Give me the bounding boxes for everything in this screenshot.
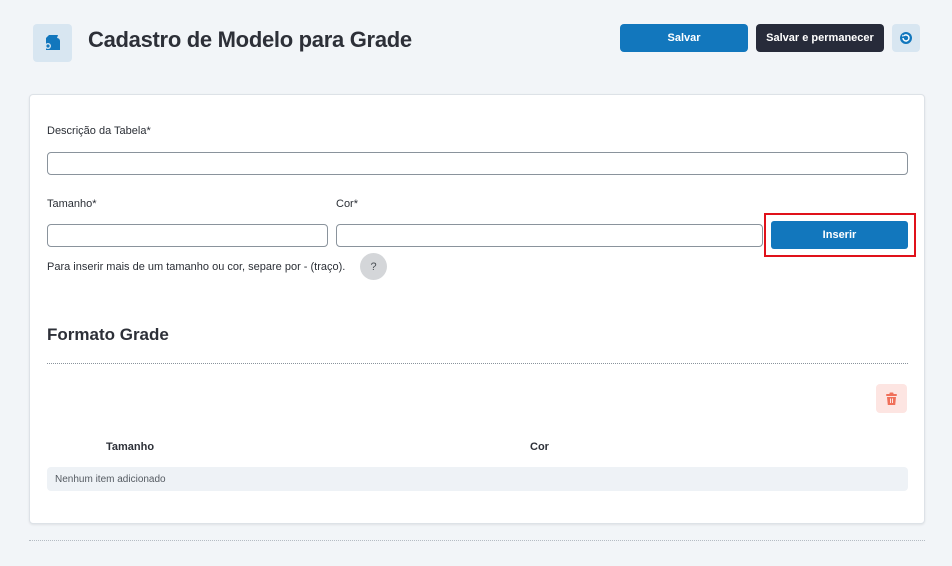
trash-icon[interactable]	[876, 384, 907, 413]
grid-model-icon	[33, 24, 72, 62]
page-title: Cadastro de Modelo para Grade	[88, 27, 412, 52]
help-button[interactable]: ?	[360, 253, 387, 280]
color-input[interactable]	[336, 224, 763, 247]
column-header-size: Tamanho	[106, 441, 155, 453]
save-button[interactable]: Salvar	[620, 24, 748, 52]
empty-row: Nenhum item adicionado	[47, 467, 908, 491]
size-label: Tamanho*	[47, 198, 97, 210]
section-title: Formato Grade	[47, 325, 169, 344]
column-header-color: Cor	[530, 441, 549, 453]
insert-button[interactable]: Inserir	[771, 221, 908, 249]
bottom-divider	[29, 540, 925, 541]
description-label: Descrição da Tabela*	[47, 125, 151, 137]
color-label: Cor*	[336, 198, 359, 210]
divider	[47, 363, 908, 364]
size-input[interactable]	[47, 224, 328, 247]
description-input[interactable]	[47, 152, 908, 175]
hint-text: Para inserir mais de um tamanho ou cor, …	[47, 261, 346, 273]
undo-icon[interactable]	[892, 24, 920, 52]
save-and-stay-button[interactable]: Salvar e permanecer	[756, 24, 884, 52]
